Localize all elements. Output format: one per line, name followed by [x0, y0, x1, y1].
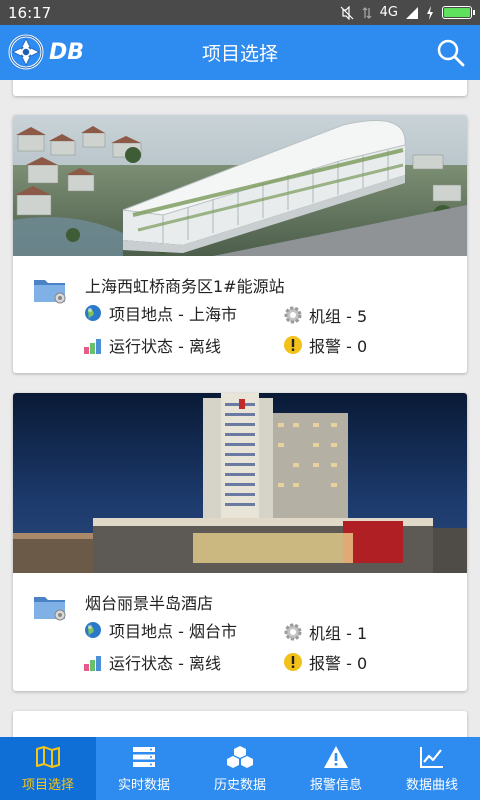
app-logo: DB	[6, 33, 84, 71]
line-chart-icon	[420, 746, 443, 768]
network-type: 4G	[379, 5, 398, 20]
warning-icon	[324, 745, 348, 768]
nav-label: 项目选择	[21, 777, 74, 793]
warning-icon	[284, 653, 302, 671]
nav-item-realtime-data[interactable]: 实时数据	[96, 737, 192, 800]
project-card[interactable]: 上海西虹桥商务区1#能源站 项目地点 - 上海市 机组 - 5 运行状态 - 离…	[13, 115, 467, 373]
units-text: 机组 - 5	[309, 307, 368, 326]
status-text: 运行状态 - 离线	[109, 654, 221, 673]
app-bar: DB 项目选择	[0, 25, 480, 80]
project-list[interactable]: 上海西虹桥商务区1#能源站 项目地点 - 上海市 机组 - 5 运行状态 - 离…	[0, 80, 480, 737]
nav-label: 数据曲线	[405, 777, 458, 793]
project-photo	[13, 115, 467, 256]
project-location: 项目地点 - 上海市	[83, 301, 237, 325]
nav-label: 实时数据	[117, 777, 170, 793]
logo-emblem-icon	[8, 34, 44, 70]
data-arrows-icon	[362, 6, 372, 19]
units-text: 机组 - 1	[309, 624, 368, 643]
battery-icon	[442, 6, 475, 19]
status-time: 16:17	[8, 3, 52, 22]
status-text: 运行状态 - 离线	[109, 337, 221, 356]
signal-icon	[406, 6, 418, 19]
gear-icon	[284, 306, 302, 324]
bar-chart-icon	[84, 339, 101, 354]
project-alarm: 报警 - 0	[283, 333, 367, 357]
nav-item-data-curve[interactable]: 数据曲线	[384, 737, 480, 800]
project-folder-icon	[34, 597, 66, 621]
project-status: 运行状态 - 离线	[83, 333, 221, 357]
server-icon	[133, 746, 155, 767]
project-units: 机组 - 5	[283, 303, 367, 327]
project-name: 上海西虹桥商务区1#能源站	[85, 277, 285, 296]
project-card[interactable]	[13, 711, 467, 737]
nav-label: 报警信息	[309, 777, 362, 793]
warning-icon	[284, 336, 302, 354]
alarm-text: 报警 - 0	[309, 337, 368, 356]
gear-icon	[284, 623, 302, 641]
bottom-nav: 项目选择 实时数据 历史数据 报警信息 数据曲线	[0, 737, 480, 800]
mute-icon	[340, 5, 354, 20]
project-name: 烟台丽景半岛酒店	[85, 594, 214, 613]
location-text: 项目地点 - 烟台市	[109, 622, 237, 641]
boxes-icon	[227, 745, 253, 768]
project-photo	[13, 393, 467, 573]
project-folder-icon	[34, 280, 66, 304]
globe-icon	[85, 305, 101, 321]
nav-item-alarm-info[interactable]: 报警信息	[288, 737, 384, 800]
project-alarm: 报警 - 0	[283, 650, 367, 674]
location-text: 项目地点 - 上海市	[109, 305, 237, 324]
globe-icon	[85, 622, 101, 638]
logo-text: DB	[49, 39, 85, 65]
project-card[interactable]	[13, 80, 467, 96]
project-location: 项目地点 - 烟台市	[83, 618, 237, 642]
status-bar: 16:17 4G	[0, 0, 480, 25]
alarm-text: 报警 - 0	[309, 654, 368, 673]
project-card[interactable]: 烟台丽景半岛酒店 项目地点 - 烟台市 机组 - 1 运行状态 - 离线 报警 …	[13, 393, 467, 691]
project-status: 运行状态 - 离线	[83, 650, 221, 674]
search-icon[interactable]	[436, 38, 466, 68]
map-icon	[36, 745, 60, 768]
project-units: 机组 - 1	[283, 620, 367, 644]
charging-icon	[427, 5, 433, 20]
bar-chart-icon	[84, 656, 101, 671]
nav-label: 历史数据	[213, 777, 266, 793]
nav-item-history-data[interactable]: 历史数据	[192, 737, 288, 800]
nav-item-project-select[interactable]: 项目选择	[0, 737, 96, 800]
